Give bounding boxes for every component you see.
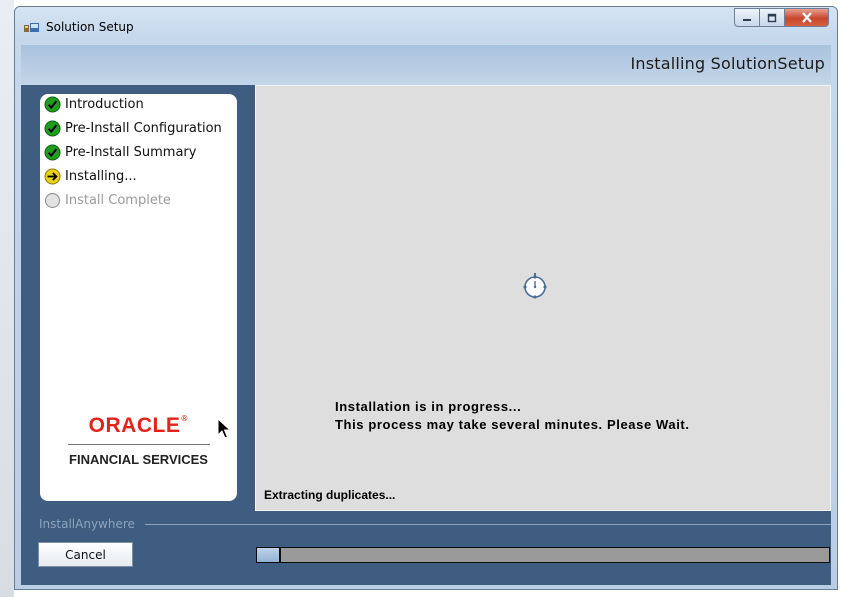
step-label: Introduction [65,96,144,112]
app-icon [24,23,39,32]
maximize-button[interactable] [760,8,785,27]
logo-divider [67,444,210,445]
logo-registered: ® [180,414,189,423]
close-icon [801,12,812,23]
check-circle-icon [44,144,61,160]
installer-content: Installing SolutionSetup Introduction Pr… [21,45,831,585]
window-title: Solution Setup [46,20,134,34]
step-pre-install-configuration: Pre-Install Configuration [44,118,222,138]
step-introduction: Introduction [44,94,144,114]
installer-window: Solution Setup Installing SolutionSetup … [14,6,838,590]
page-title: Installing SolutionSetup [630,54,825,73]
header-band: Installing SolutionSetup [21,45,831,85]
check-circle-icon [44,120,61,136]
main-panel: Installation is in progress... This proc… [255,85,831,511]
maximize-icon [767,13,777,22]
progress-line-1: Installation is in progress... [335,399,522,414]
oracle-logo: ORACLE® FINANCIAL SERVICES [40,414,237,467]
progress-message: Installation is in progress... This proc… [335,398,690,434]
desktop-background [0,0,14,597]
empty-circle-icon [45,192,60,208]
install-progress-bar [256,547,830,563]
brand-divider [145,524,831,525]
title-bar[interactable]: Solution Setup [15,7,837,45]
status-text: Extracting duplicates... [264,488,396,502]
logo-wordmark: ORACLE [88,414,181,437]
step-label: Pre-Install Summary [65,144,197,160]
steps-panel: Introduction Pre-Install Configuration P… [40,94,237,501]
step-label: Installing... [65,168,137,184]
minimize-icon [743,18,751,21]
progress-line-2: This process may take several minutes. P… [335,417,690,432]
step-install-complete: Install Complete [44,190,171,210]
busy-spinner-icon [523,273,547,299]
progress-fill [257,548,280,562]
step-pre-install-summary: Pre-Install Summary [44,142,196,162]
close-button[interactable] [785,8,829,27]
step-label: Pre-Install Configuration [65,120,222,136]
window-controls [734,8,829,27]
step-installing: Installing... [44,166,137,186]
check-circle-icon [44,96,61,112]
minimize-button[interactable] [734,8,760,27]
step-label: Install Complete [65,192,171,208]
mouse-cursor-icon [217,418,231,439]
progress-marker [278,548,281,562]
cancel-button[interactable]: Cancel [38,542,133,567]
arrow-right-circle-icon [44,168,61,184]
brand-label: InstallAnywhere [39,517,135,531]
logo-subtitle: FINANCIAL SERVICES [69,452,208,467]
